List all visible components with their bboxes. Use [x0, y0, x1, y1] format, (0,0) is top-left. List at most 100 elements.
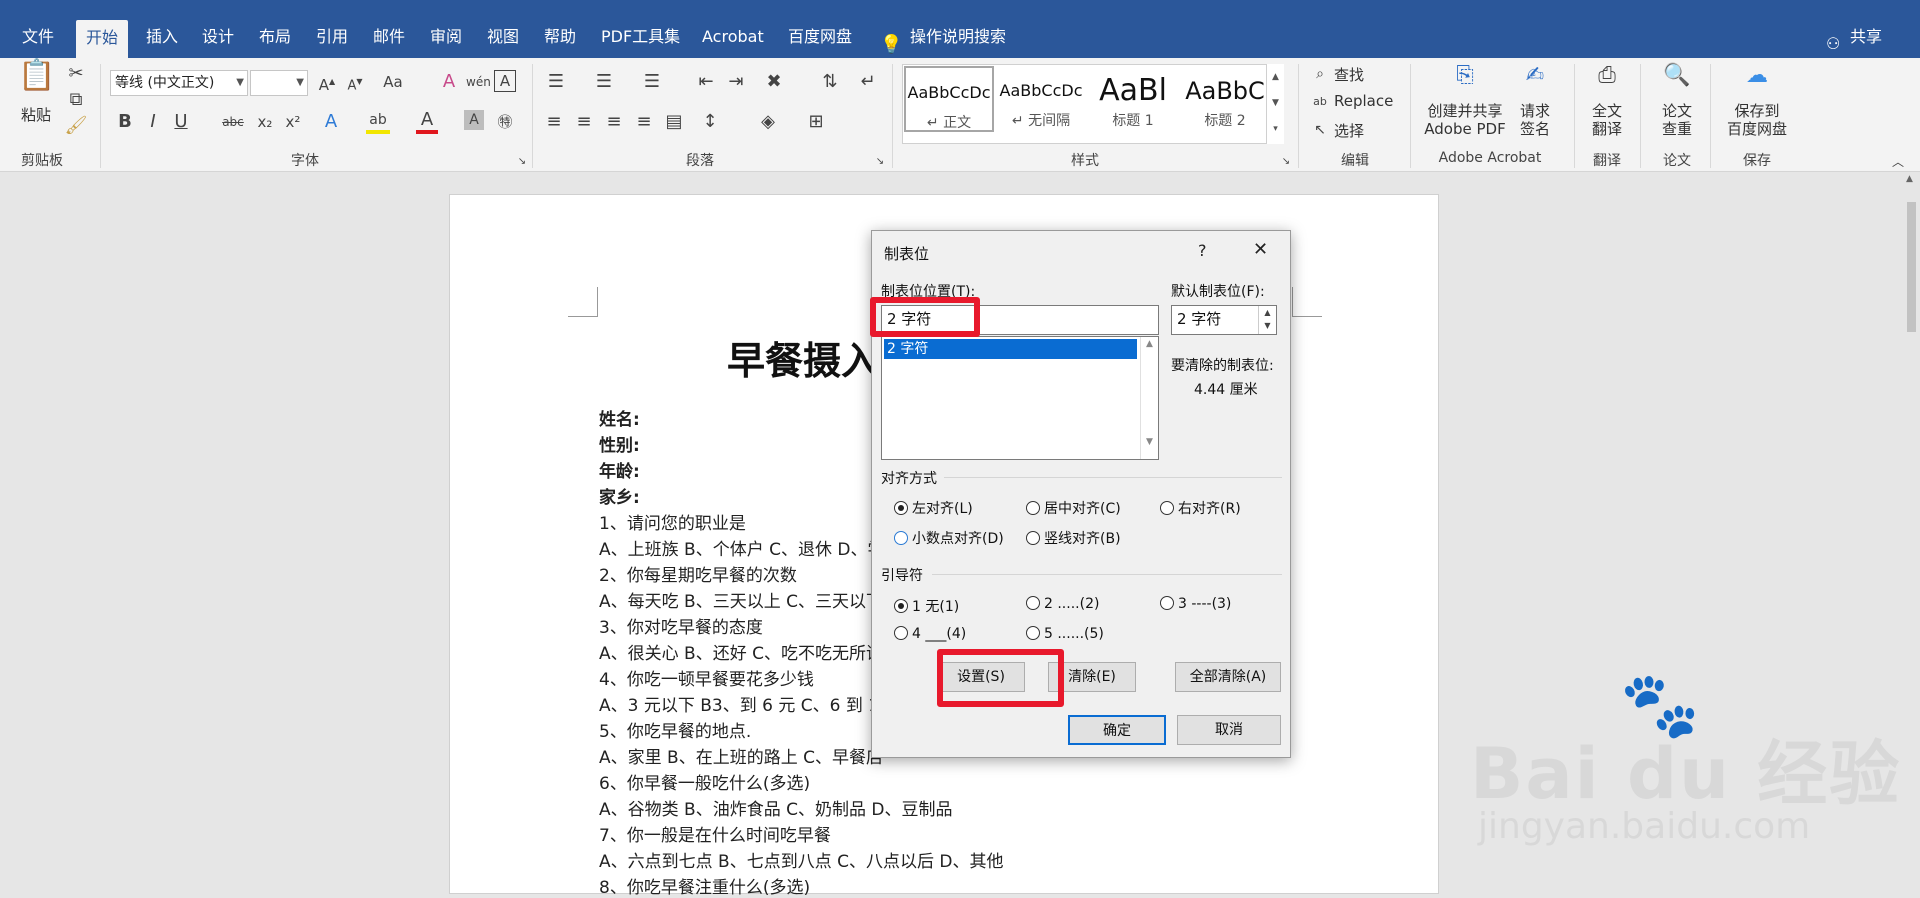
- text-effects-icon[interactable]: A: [320, 110, 342, 134]
- tab-insert[interactable]: 插入: [136, 24, 188, 52]
- dialog-launcher-icon[interactable]: ↘: [874, 150, 886, 174]
- leader-middle-dots-radio[interactable]: 5 ......(5): [1026, 626, 1104, 642]
- tell-me-search[interactable]: 操作说明搜索: [900, 24, 1016, 52]
- paste-button[interactable]: 粘贴: [18, 104, 54, 125]
- share-button[interactable]: 共享: [1840, 24, 1892, 52]
- tab-baidu-netdisk[interactable]: 百度网盘: [778, 24, 862, 52]
- tab-stop-list[interactable]: 2 字符 ▲ ▼: [881, 336, 1159, 460]
- format-painter-icon[interactable]: 🖌: [64, 114, 88, 138]
- align-decimal-radio[interactable]: 小数点对齐(D): [894, 528, 1004, 548]
- tab-acrobat[interactable]: Acrobat: [692, 24, 774, 52]
- leader-dots-radio[interactable]: 2 .....(2): [1026, 596, 1099, 612]
- highlight-color-icon[interactable]: ab: [366, 110, 390, 134]
- tab-references[interactable]: 引用: [306, 24, 358, 52]
- distributed-icon[interactable]: ▤: [664, 110, 684, 134]
- copy-icon[interactable]: ⧉: [64, 88, 88, 112]
- character-border-icon[interactable]: A: [494, 70, 516, 92]
- help-button[interactable]: ?: [1198, 241, 1207, 260]
- enclose-characters-icon[interactable]: ㊕: [494, 110, 516, 134]
- shrink-font-icon[interactable]: A▼: [344, 70, 366, 98]
- request-signature-button[interactable]: 请求 签名: [1514, 102, 1556, 138]
- align-bar-radio[interactable]: 竖线对齐(B): [1026, 528, 1121, 548]
- close-icon[interactable]: ✕: [1253, 239, 1268, 260]
- align-right-radio[interactable]: 右对齐(R): [1160, 498, 1241, 518]
- shading-icon[interactable]: ◈: [756, 110, 780, 134]
- show-formatting-icon[interactable]: ↵: [856, 70, 880, 94]
- character-shading-icon[interactable]: A: [464, 110, 484, 130]
- document-line: 6、你早餐一般吃什么(多选): [599, 774, 811, 794]
- grow-font-icon[interactable]: A▲: [316, 70, 338, 97]
- cut-icon[interactable]: ✂: [64, 62, 88, 86]
- acrobat-group-label: Adobe Acrobat: [1438, 150, 1542, 166]
- default-tab-input[interactable]: 2 字符 ▲ ▼: [1171, 305, 1277, 335]
- tab-help[interactable]: 帮助: [534, 24, 586, 52]
- replace-button[interactable]: Replace: [1334, 92, 1393, 110]
- style-normal[interactable]: AaBbCcDc ↵ 正文: [904, 66, 994, 132]
- select-button[interactable]: 选择: [1334, 120, 1364, 141]
- bullets-icon[interactable]: ☰: [544, 70, 568, 94]
- radio-label: 5 ......(5): [1044, 626, 1104, 642]
- tab-layout[interactable]: 布局: [249, 24, 301, 52]
- create-share-pdf-button[interactable]: 创建并共享 Adobe PDF: [1420, 102, 1510, 138]
- underline-icon[interactable]: U: [172, 110, 190, 134]
- numbering-icon[interactable]: ☰: [592, 70, 616, 94]
- leader-underline-radio[interactable]: 4 ___(4): [894, 626, 966, 642]
- borders-icon[interactable]: ⊞: [804, 110, 828, 134]
- spinner-icon[interactable]: ▲ ▼: [1258, 306, 1276, 334]
- subscript-icon[interactable]: x₂: [254, 110, 276, 134]
- style-heading-1[interactable]: AaBl 标题 1: [1088, 66, 1178, 132]
- tab-file[interactable]: 文件: [12, 24, 64, 52]
- justify-icon[interactable]: ≡: [634, 110, 654, 134]
- font-color-icon[interactable]: A: [416, 110, 438, 134]
- tab-review[interactable]: 审阅: [420, 24, 472, 52]
- change-case-icon[interactable]: Aa: [378, 70, 408, 94]
- align-left-radio[interactable]: 左对齐(L): [894, 498, 973, 518]
- multilevel-list-icon[interactable]: ☰: [640, 70, 664, 94]
- style-no-spacing[interactable]: AaBbCcDc ↵ 无间隔: [996, 66, 1086, 132]
- list-scrollbar[interactable]: ▲ ▼: [1140, 337, 1158, 459]
- clear-formatting-icon[interactable]: A: [438, 70, 460, 94]
- cancel-button[interactable]: 取消: [1177, 715, 1281, 745]
- tab-view[interactable]: 视图: [477, 24, 529, 52]
- annotation-highlight-input: [870, 297, 980, 337]
- leader-none-radio[interactable]: 1 无(1): [894, 596, 959, 616]
- font-name-combo[interactable]: 等线 (中文正文) ▼: [110, 70, 248, 96]
- ok-button[interactable]: 确定: [1068, 715, 1166, 745]
- font-size-combo[interactable]: ▼: [250, 70, 308, 96]
- align-left-icon[interactable]: ≡: [544, 110, 564, 134]
- paste-icon[interactable]: 📋: [18, 61, 55, 104]
- paper-check-button[interactable]: 论文 查重: [1656, 102, 1698, 138]
- dialog-launcher-icon[interactable]: ↘: [516, 150, 528, 174]
- scroll-thumb[interactable]: [1907, 202, 1916, 332]
- strikethrough-icon[interactable]: abc: [220, 110, 246, 134]
- style-heading-2[interactable]: AaBbC 标题 2: [1180, 66, 1270, 132]
- find-button[interactable]: 查找: [1334, 64, 1364, 85]
- clear-all-button[interactable]: 全部清除(A): [1175, 662, 1281, 692]
- collapse-ribbon-icon[interactable]: ︿: [1888, 150, 1908, 174]
- full-translate-button[interactable]: 全文 翻译: [1586, 102, 1628, 138]
- tab-design[interactable]: 设计: [192, 24, 244, 52]
- tab-home[interactable]: 开始: [76, 20, 129, 58]
- align-right-icon[interactable]: ≡: [604, 110, 624, 134]
- radio-dot: [894, 599, 908, 613]
- editing-group-label: 编辑: [1341, 153, 1369, 169]
- italic-icon[interactable]: I: [144, 110, 162, 134]
- decrease-indent-icon[interactable]: ⇤: [694, 70, 718, 94]
- save-to-baidu-button[interactable]: 保存到 百度网盘: [1720, 102, 1794, 138]
- styles-scroll[interactable]: ▲ ▼ ▾: [1266, 64, 1284, 144]
- chinese-layout-icon[interactable]: ✖: [762, 70, 786, 94]
- increase-indent-icon[interactable]: ⇥: [724, 70, 748, 94]
- dialog-launcher-icon[interactable]: ↘: [1280, 150, 1292, 174]
- phonetic-guide-icon[interactable]: wén: [466, 70, 491, 94]
- bold-icon[interactable]: B: [116, 110, 134, 134]
- sort-icon[interactable]: ⇅: [818, 70, 842, 94]
- leader-dashes-radio[interactable]: 3 ----(3): [1160, 596, 1231, 612]
- superscript-icon[interactable]: x²: [282, 110, 304, 134]
- tab-pdf-tools[interactable]: PDF工具集: [591, 24, 690, 52]
- scroll-up-icon[interactable]: ▲: [1906, 174, 1913, 184]
- tab-mailings[interactable]: 邮件: [363, 24, 415, 52]
- line-spacing-icon[interactable]: ↕: [698, 110, 722, 134]
- align-center-icon[interactable]: ≡: [574, 110, 594, 134]
- align-center-radio[interactable]: 居中对齐(C): [1026, 498, 1121, 518]
- tab-stop-list-item[interactable]: 2 字符: [884, 339, 1137, 359]
